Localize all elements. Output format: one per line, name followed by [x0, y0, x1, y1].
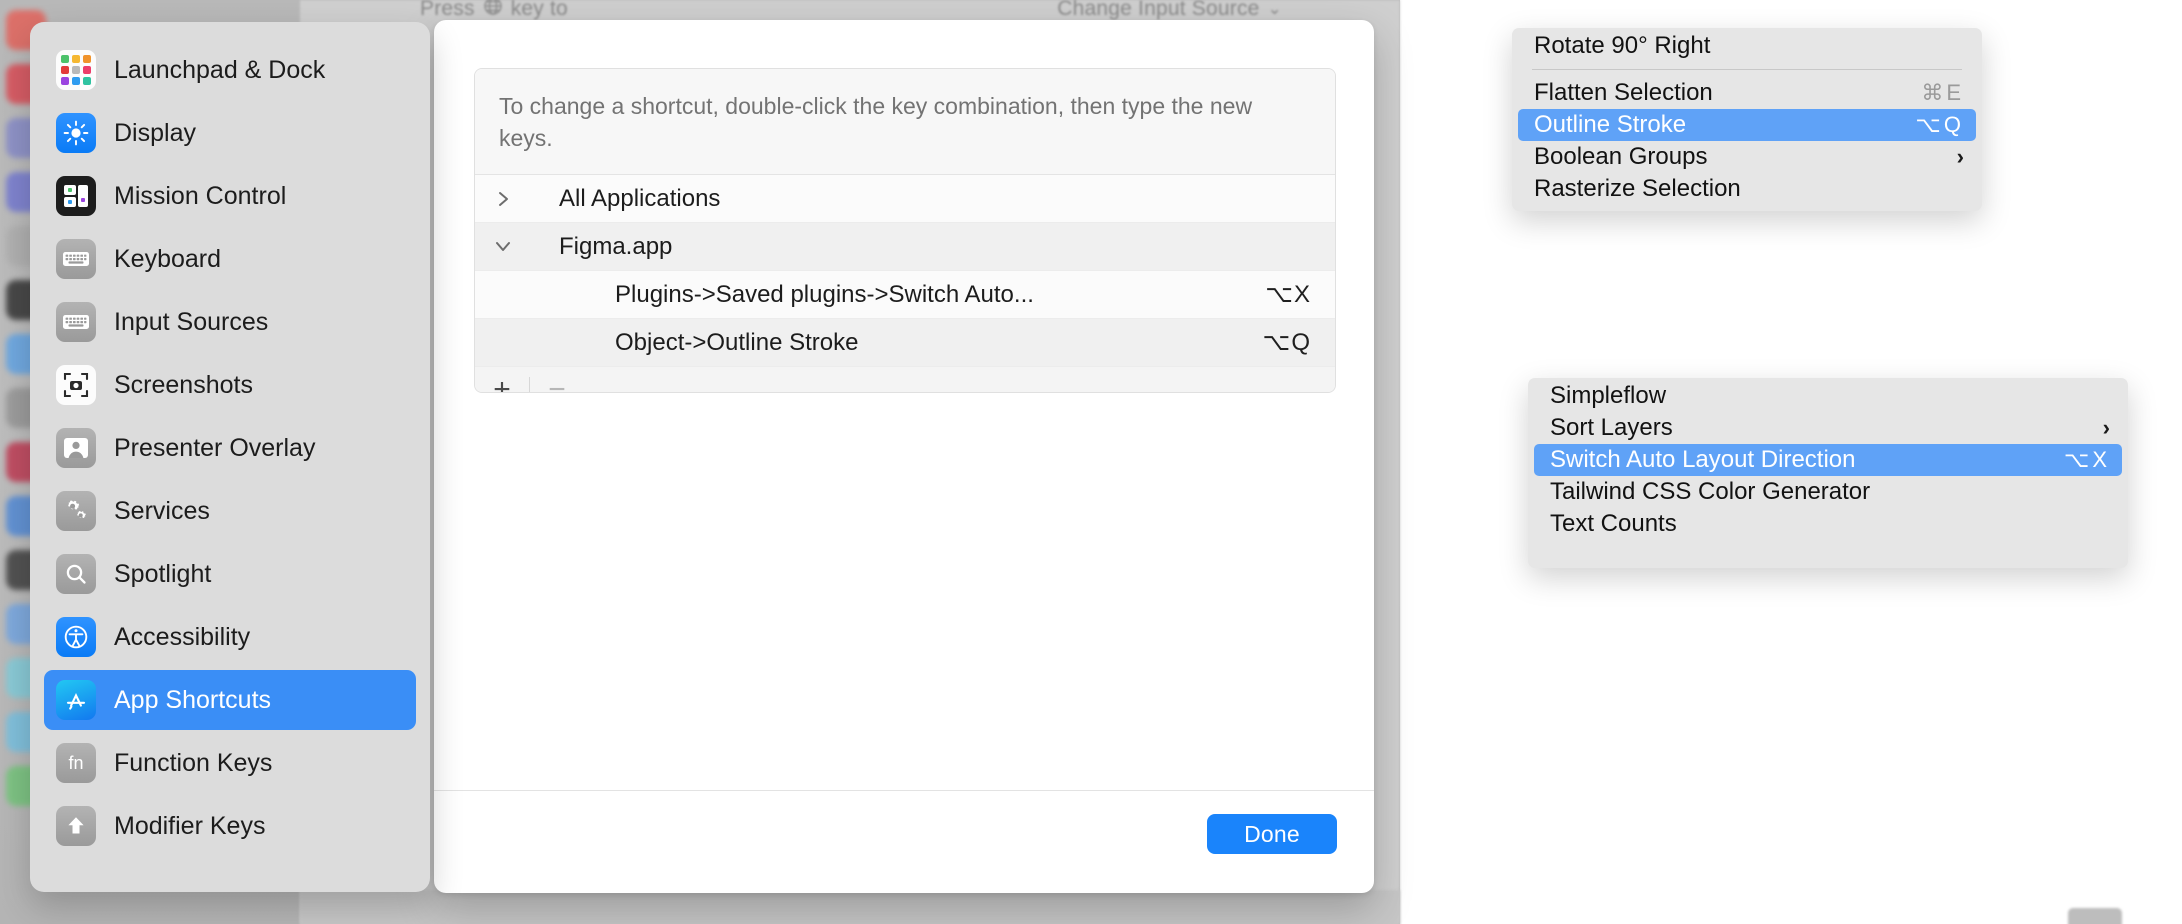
chevron-updown-icon[interactable]: ⌄ — [1268, 0, 1282, 19]
row-label: Object->Outline Stroke — [615, 328, 859, 356]
menu-item-label: Simpleflow — [1550, 382, 1667, 409]
shortcuts-card-toolbar: + − — [475, 367, 1335, 392]
sidebar-item-label: Accessibility — [114, 622, 251, 651]
launchpad-icon — [56, 50, 96, 90]
menu-item[interactable]: Boolean Groups › — [1512, 141, 1982, 173]
table-row[interactable]: Figma.app — [475, 223, 1335, 272]
row-label: Figma.app — [559, 232, 673, 260]
sidebar-item-label: Keyboard — [114, 244, 222, 273]
sidebar-item-mission-control[interactable]: Mission Control — [44, 166, 416, 226]
table-row[interactable]: All Applications — [475, 175, 1335, 224]
sidebar-item-label: Input Sources — [114, 307, 269, 336]
sidebar-item-modifier-keys[interactable]: Modifier Keys — [44, 796, 416, 856]
figma-context-menu-plugins: Simpleflow Sort Layers › Switch Auto Lay… — [1528, 378, 2128, 568]
press-suffix: key to — [510, 0, 568, 20]
chevron-right-icon[interactable] — [475, 189, 531, 209]
menu-item-label: Text Counts — [1550, 510, 1677, 537]
row-label: All Applications — [559, 184, 721, 212]
keyboard-icon — [56, 239, 96, 279]
menu-item-label: Switch Auto Layout Direction — [1550, 446, 1856, 473]
fn-icon: fn — [56, 743, 96, 783]
sidebar-item-label: Spotlight — [114, 559, 212, 588]
sidebar-item-input-sources[interactable]: Input Sources — [44, 292, 416, 352]
menu-item[interactable]: Rasterize Selection — [1512, 173, 1982, 205]
app-store-icon — [56, 680, 96, 720]
sidebar-item-label: Presenter Overlay — [114, 433, 316, 462]
menu-item-label: Sort Layers — [1550, 414, 1673, 441]
sheet-footer-divider — [434, 790, 1374, 791]
input-source-action-label: Change Input Source — [1057, 0, 1260, 20]
menu-item-shortcut: ⌥Q — [1915, 112, 1964, 137]
menu-item-label: Boolean Groups — [1534, 143, 1708, 170]
menu-item[interactable]: Sort Layers › — [1528, 412, 2128, 444]
chevron-down-icon[interactable] — [475, 240, 531, 253]
menu-item-label: Rasterize Selection — [1534, 175, 1741, 202]
sidebar-item-label: Modifier Keys — [114, 811, 266, 840]
globe-icon — [483, 0, 503, 22]
press-label: Press — [420, 0, 475, 20]
sidebar-item-spotlight[interactable]: Spotlight — [44, 544, 416, 604]
menu-item-label: Tailwind CSS Color Generator — [1550, 478, 1871, 505]
mission-control-icon — [56, 176, 96, 216]
row-shortcut[interactable]: ⌥X — [1265, 280, 1335, 309]
done-button[interactable]: Done — [1207, 814, 1337, 854]
sidebar-item-function-keys[interactable]: fn Function Keys — [44, 733, 416, 793]
presenter-overlay-icon — [56, 428, 96, 468]
menu-item-label: Outline Stroke — [1534, 111, 1687, 138]
input-sources-icon — [56, 302, 96, 342]
sidebar-item-label: Function Keys — [114, 748, 273, 777]
menu-item[interactable]: Text Counts — [1528, 508, 2128, 540]
sidebar-item-label: Screenshots — [114, 370, 253, 399]
menu-item-selected[interactable]: Switch Auto Layout Direction ⌥X — [1534, 444, 2122, 476]
chevron-right-icon: › — [2102, 415, 2110, 440]
search-icon — [56, 554, 96, 594]
sidebar-item-label: Services — [114, 496, 210, 525]
sidebar-item-app-shortcuts[interactable]: App Shortcuts — [44, 670, 416, 730]
sidebar-item-keyboard[interactable]: Keyboard — [44, 229, 416, 289]
settings-window-bottom-control — [2068, 908, 2122, 924]
sidebar-item-display[interactable]: Display — [44, 103, 416, 163]
screenshots-icon — [56, 365, 96, 405]
figma-context-menu-object: Rotate 90° Right Flatten Selection ⌘E Ou… — [1512, 28, 1982, 211]
sidebar-item-label: Mission Control — [114, 181, 287, 210]
row-shortcut[interactable]: ⌥Q — [1263, 328, 1335, 357]
menu-item[interactable]: Rotate 90° Right — [1512, 30, 1982, 62]
sidebar-item-launchpad-dock[interactable]: Launchpad & Dock — [44, 40, 416, 100]
remove-shortcut-button[interactable]: − — [530, 367, 584, 392]
sidebar-item-screenshots[interactable]: Screenshots — [44, 355, 416, 415]
menu-item-label: Flatten Selection — [1534, 79, 1713, 106]
settings-window-bottom-bar — [300, 890, 1400, 924]
accessibility-icon — [56, 617, 96, 657]
display-icon — [56, 113, 96, 153]
shortcuts-card: To change a shortcut, double-click the k… — [474, 68, 1336, 393]
table-row[interactable]: Object->Outline Stroke ⌥Q — [475, 319, 1335, 368]
menu-item[interactable]: Tailwind CSS Color Generator — [1528, 476, 2128, 508]
shift-icon — [56, 806, 96, 846]
menu-item[interactable]: Flatten Selection ⌘E — [1512, 77, 1982, 109]
sidebar-item-label: Display — [114, 118, 196, 147]
sidebar-item-accessibility[interactable]: Accessibility — [44, 607, 416, 667]
menu-separator — [1532, 69, 1962, 70]
menu-item[interactable]: Simpleflow — [1528, 380, 2128, 412]
add-shortcut-button[interactable]: + — [475, 367, 529, 392]
sidebar-item-label: App Shortcuts — [114, 685, 272, 714]
screen-root: Press key to Change Input Source ⌄ To ch… — [0, 0, 2182, 924]
chevron-right-icon: › — [1956, 144, 1964, 169]
row-label: Plugins->Saved plugins->Switch Auto... — [615, 280, 1034, 308]
menu-item-shortcut: ⌥X — [2063, 447, 2110, 472]
services-icon — [56, 491, 96, 531]
shortcut-hint-text: To change a shortcut, double-click the k… — [475, 69, 1335, 176]
table-row[interactable]: Plugins->Saved plugins->Switch Auto... ⌥… — [475, 271, 1335, 320]
menu-item-label: Rotate 90° Right — [1534, 32, 1711, 59]
menu-item-selected[interactable]: Outline Stroke ⌥Q — [1518, 109, 1976, 141]
sidebar-item-services[interactable]: Services — [44, 481, 416, 541]
settings-sidebar: Launchpad & Dock Display Mission Control… — [30, 22, 430, 892]
sidebar-item-label: Launchpad & Dock — [114, 55, 326, 84]
sidebar-item-presenter-overlay[interactable]: Presenter Overlay — [44, 418, 416, 478]
menu-item-shortcut: ⌘E — [1921, 80, 1964, 105]
